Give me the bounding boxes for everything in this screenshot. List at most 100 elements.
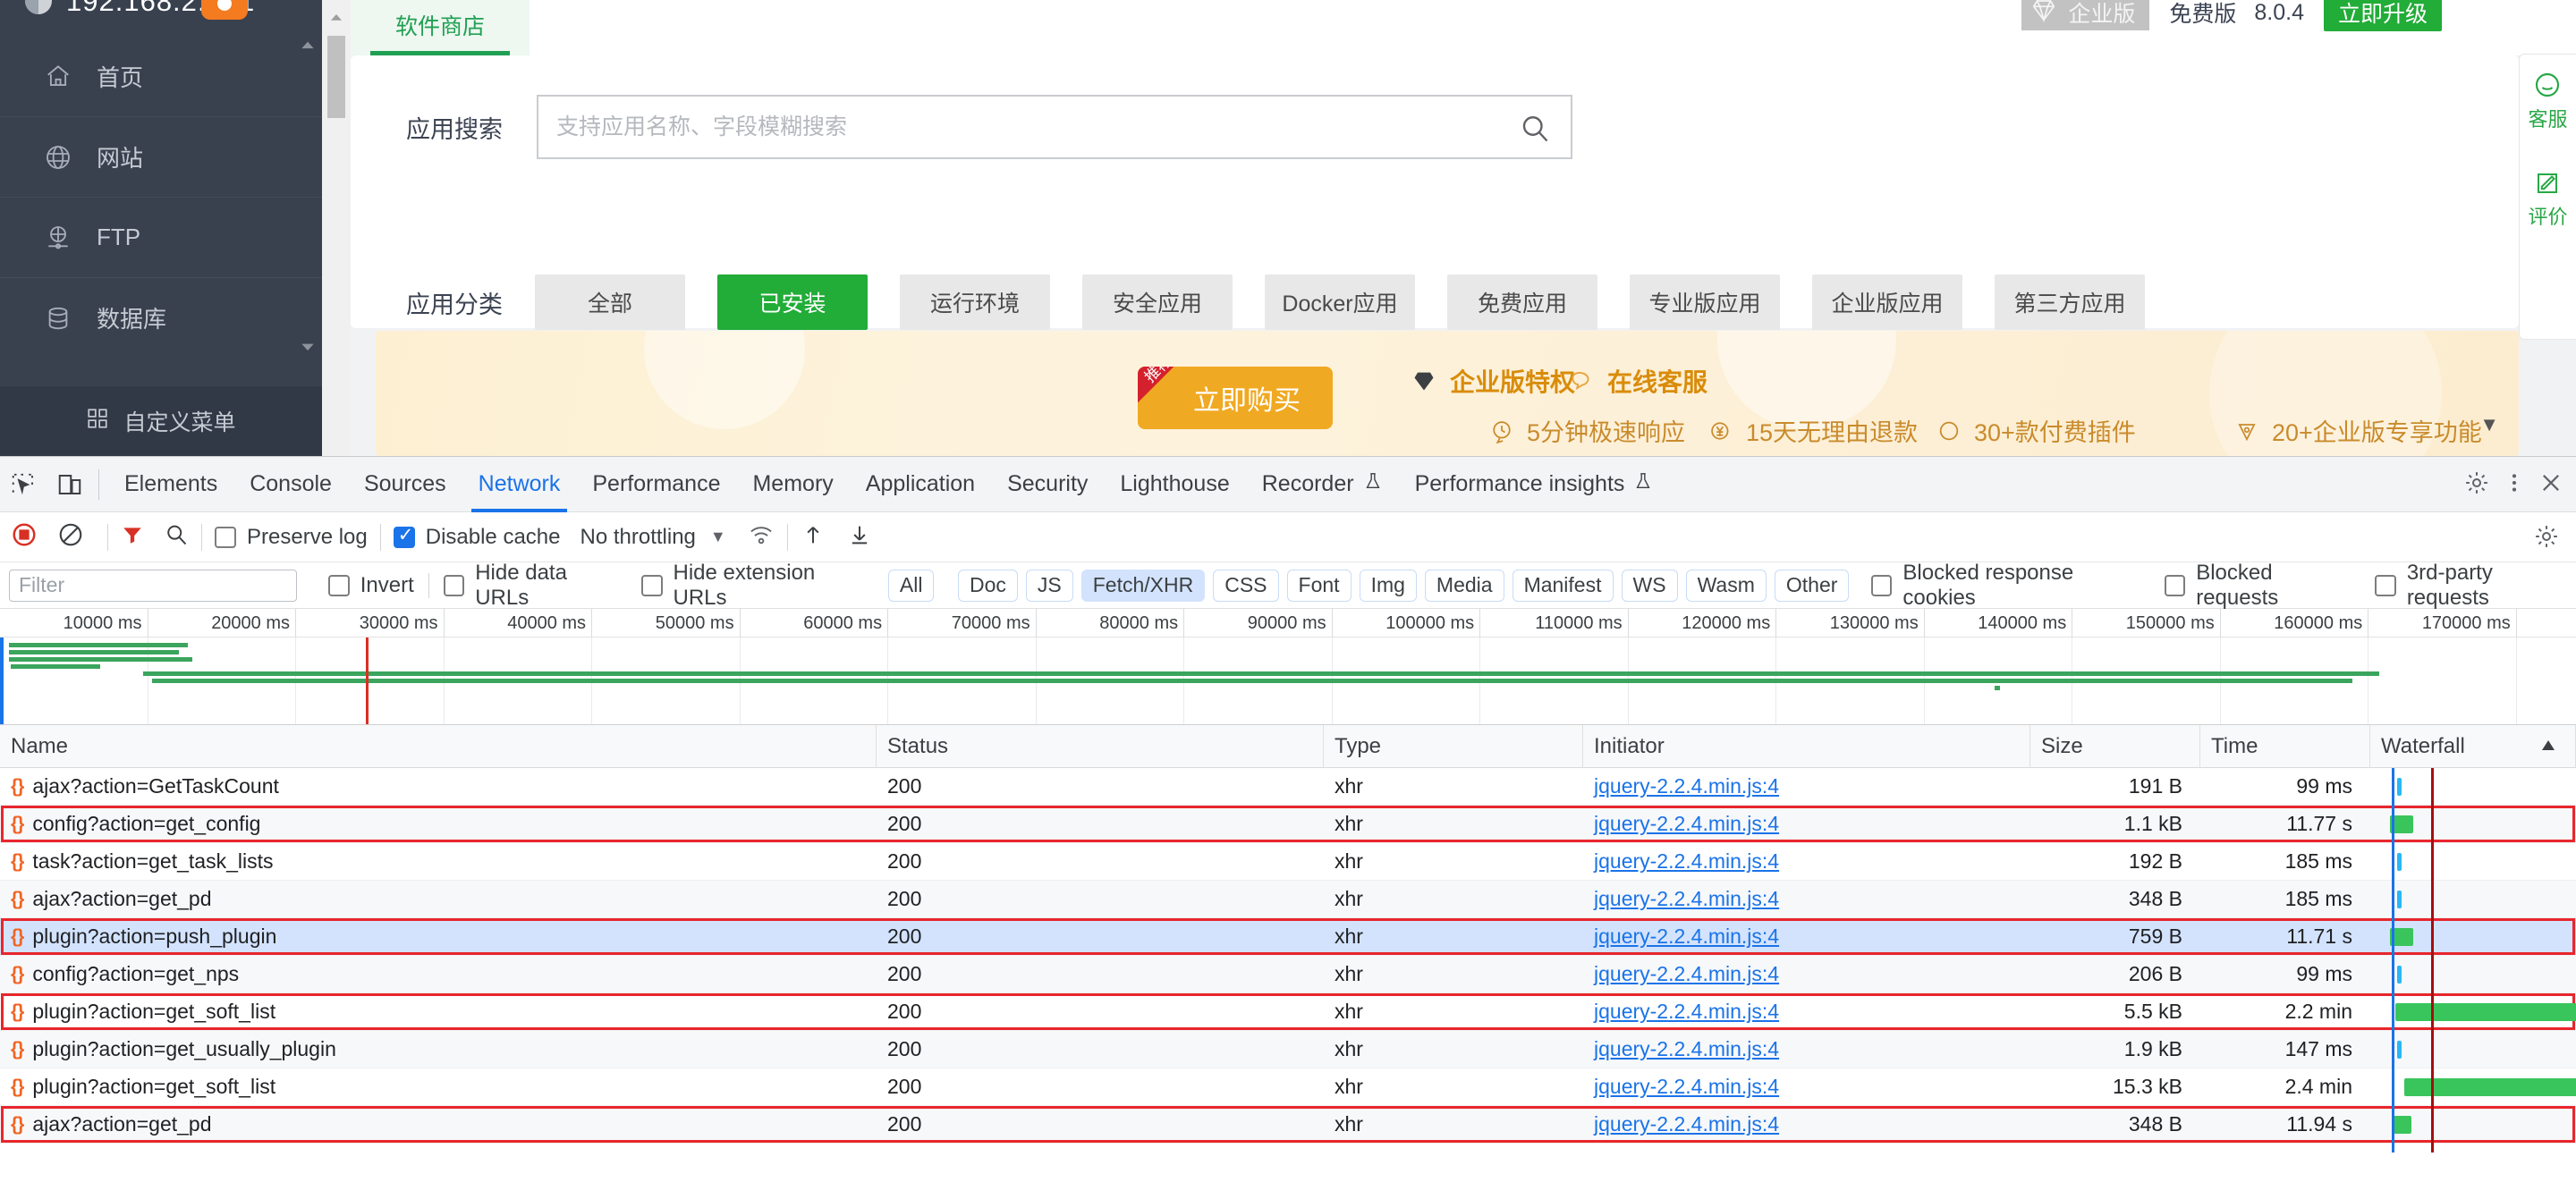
category-thirdparty[interactable]: 第三方应用: [1995, 274, 2145, 330]
initiator-link[interactable]: jquery-2.2.4.min.js:4: [1594, 1112, 1779, 1136]
sidebar-item-home[interactable]: 首页: [0, 36, 322, 116]
initiator-link[interactable]: jquery-2.2.4.min.js:4: [1594, 812, 1779, 836]
tab-console[interactable]: Console: [233, 457, 348, 512]
network-conditions-icon[interactable]: [748, 522, 775, 552]
sidebar-scroll-up-icon[interactable]: [295, 36, 320, 61]
table-row[interactable]: {} plugin?action=get_soft_list 200 xhr jquer…: [0, 1068, 2576, 1106]
type-filter-fetch-xhr[interactable]: Fetch/XHR: [1080, 569, 1206, 602]
sidebar-item-website[interactable]: 网站: [0, 116, 322, 197]
import-har-icon[interactable]: [801, 522, 826, 552]
cell-name[interactable]: {} plugin?action=get_soft_list: [0, 1068, 877, 1106]
side-widget-support[interactable]: 客服: [2528, 71, 2568, 131]
network-overview[interactable]: 10000 ms 20000 ms 30000 ms 40000 ms 50000 ms…: [0, 609, 2576, 725]
record-stop-icon[interactable]: [11, 521, 38, 553]
search-icon[interactable]: [164, 522, 189, 552]
sidebar-scroll-down-icon[interactable]: [295, 338, 320, 363]
page-scrollbar[interactable]: [322, 0, 351, 456]
category-docker[interactable]: Docker应用: [1265, 274, 1415, 330]
table-row[interactable]: {} config?action=get_nps 200 xhr jquery-2.2.…: [0, 956, 2576, 993]
tab-elements[interactable]: Elements: [108, 457, 233, 512]
sidebar-item-ftp[interactable]: FTP: [0, 197, 322, 277]
table-row[interactable]: {} ajax?action=GetTaskCount 200 xhr jquery-2…: [0, 768, 2576, 806]
category-all[interactable]: 全部: [535, 274, 685, 330]
tab-network[interactable]: Network: [462, 457, 577, 512]
cell-name[interactable]: {} ajax?action=get_pd: [0, 881, 877, 918]
tab-performance[interactable]: Performance: [576, 457, 736, 512]
initiator-link[interactable]: jquery-2.2.4.min.js:4: [1594, 849, 1779, 874]
cell-name[interactable]: {} plugin?action=get_soft_list: [0, 993, 877, 1031]
table-row[interactable]: {} ajax?action=get_pd 200 xhr jquery-2.2.4.m…: [0, 881, 2576, 918]
column-header-time[interactable]: Time: [2200, 724, 2370, 768]
type-filter-js[interactable]: JS: [1025, 569, 1073, 602]
cell-name[interactable]: {} config?action=get_nps: [0, 956, 877, 993]
type-filter-doc[interactable]: Doc: [958, 569, 1018, 602]
invert-checkbox[interactable]: Invert: [327, 573, 414, 598]
table-row[interactable]: {} ajax?action=get_pd 200 xhr jquery-2.2.4.m…: [0, 1106, 2576, 1144]
disable-cache-checkbox[interactable]: Disable cache: [393, 524, 560, 550]
chevron-down-icon[interactable]: ▼: [710, 528, 726, 546]
settings-gear-icon[interactable]: [2463, 469, 2490, 501]
category-enterprise[interactable]: 企业版应用: [1812, 274, 1962, 330]
tab-performance-insights[interactable]: Performance insights: [1399, 457, 1670, 512]
tab-recorder[interactable]: Recorder: [1246, 457, 1399, 512]
promo-headline-support[interactable]: 在线客服: [1570, 363, 1707, 399]
cell-name[interactable]: {} config?action=get_config: [0, 806, 877, 843]
scrollbar-thumb[interactable]: [327, 36, 345, 118]
category-runtime[interactable]: 运行环境: [900, 274, 1050, 330]
scroll-up-icon[interactable]: [326, 9, 347, 25]
type-filter-media[interactable]: Media: [1424, 569, 1504, 602]
filter-icon[interactable]: [121, 523, 144, 551]
table-row[interactable]: {} plugin?action=get_soft_list 200 xhr jquer…: [0, 993, 2576, 1031]
network-settings-icon[interactable]: [2533, 523, 2560, 554]
hide-extension-urls-checkbox[interactable]: Hide extension URLs: [641, 561, 869, 611]
category-pro[interactable]: 专业版应用: [1630, 274, 1780, 330]
column-header-initiator[interactable]: Initiator: [1583, 724, 2030, 768]
buy-now-button[interactable]: 推荐 立即购买: [1138, 367, 1333, 429]
initiator-link[interactable]: jquery-2.2.4.min.js:4: [1594, 1075, 1779, 1099]
initiator-link[interactable]: jquery-2.2.4.min.js:4: [1594, 1037, 1779, 1061]
cell-name[interactable]: {} ajax?action=GetTaskCount: [0, 768, 877, 806]
sidebar-custom-menu[interactable]: 自定义菜单: [0, 386, 322, 456]
type-filter-ws[interactable]: WS: [1621, 569, 1678, 602]
column-header-waterfall[interactable]: Waterfall: [2370, 724, 2576, 768]
blocked-requests-checkbox[interactable]: Blocked requests: [2164, 561, 2356, 611]
promo-collapse-icon[interactable]: ▼: [2479, 413, 2499, 436]
third-party-requests-checkbox[interactable]: 3rd-party requests: [2375, 561, 2576, 611]
cell-name[interactable]: {} plugin?action=get_usually_plugin: [0, 1031, 877, 1068]
upgrade-button[interactable]: 立即升级: [2323, 0, 2442, 31]
column-header-status[interactable]: Status: [877, 724, 1324, 768]
device-toolbar-icon[interactable]: [47, 461, 93, 508]
cell-name[interactable]: {} ajax?action=get_pd: [0, 1106, 877, 1144]
cell-name[interactable]: {} task?action=get_task_lists: [0, 843, 877, 881]
search-input[interactable]: [538, 97, 1571, 157]
throttling-select[interactable]: No throttling: [580, 525, 695, 550]
sort-ascending-icon[interactable]: [2538, 734, 2559, 762]
blocked-response-cookies-checkbox[interactable]: Blocked response cookies: [1870, 561, 2145, 611]
type-filter-manifest[interactable]: Manifest: [1512, 569, 1614, 602]
category-installed[interactable]: 已安装: [717, 274, 868, 330]
column-header-size[interactable]: Size: [2030, 724, 2200, 768]
sidebar-item-database[interactable]: 数据库: [0, 277, 322, 358]
type-filter-other[interactable]: Other: [1774, 569, 1850, 602]
cell-name[interactable]: {} plugin?action=push_plugin: [0, 918, 877, 956]
filter-input[interactable]: [9, 569, 297, 602]
close-devtools-icon[interactable]: [2538, 470, 2563, 500]
initiator-link[interactable]: jquery-2.2.4.min.js:4: [1594, 1000, 1779, 1024]
initiator-link[interactable]: jquery-2.2.4.min.js:4: [1594, 925, 1779, 949]
hide-data-urls-checkbox[interactable]: Hide data URLs: [443, 561, 623, 611]
preserve-log-checkbox[interactable]: Preserve log: [215, 525, 368, 550]
clear-icon[interactable]: [57, 521, 84, 553]
type-filter-img[interactable]: Img: [1359, 569, 1417, 602]
search-box[interactable]: [537, 95, 1572, 159]
side-widget-review[interactable]: 评价: [2528, 170, 2568, 228]
tab-lighthouse[interactable]: Lighthouse: [1104, 457, 1245, 512]
category-security[interactable]: 安全应用: [1082, 274, 1233, 330]
type-filter-all[interactable]: All: [887, 569, 935, 602]
table-row[interactable]: {} config?action=get_config 200 xhr jquery-2…: [0, 806, 2576, 843]
table-row[interactable]: {} task?action=get_task_lists 200 xhr jquery…: [0, 843, 2576, 881]
initiator-link[interactable]: jquery-2.2.4.min.js:4: [1594, 962, 1779, 986]
more-options-icon[interactable]: [2503, 469, 2526, 501]
initiator-link[interactable]: jquery-2.2.4.min.js:4: [1594, 774, 1779, 798]
search-icon[interactable]: [1519, 113, 1551, 149]
export-har-icon[interactable]: [847, 522, 872, 552]
